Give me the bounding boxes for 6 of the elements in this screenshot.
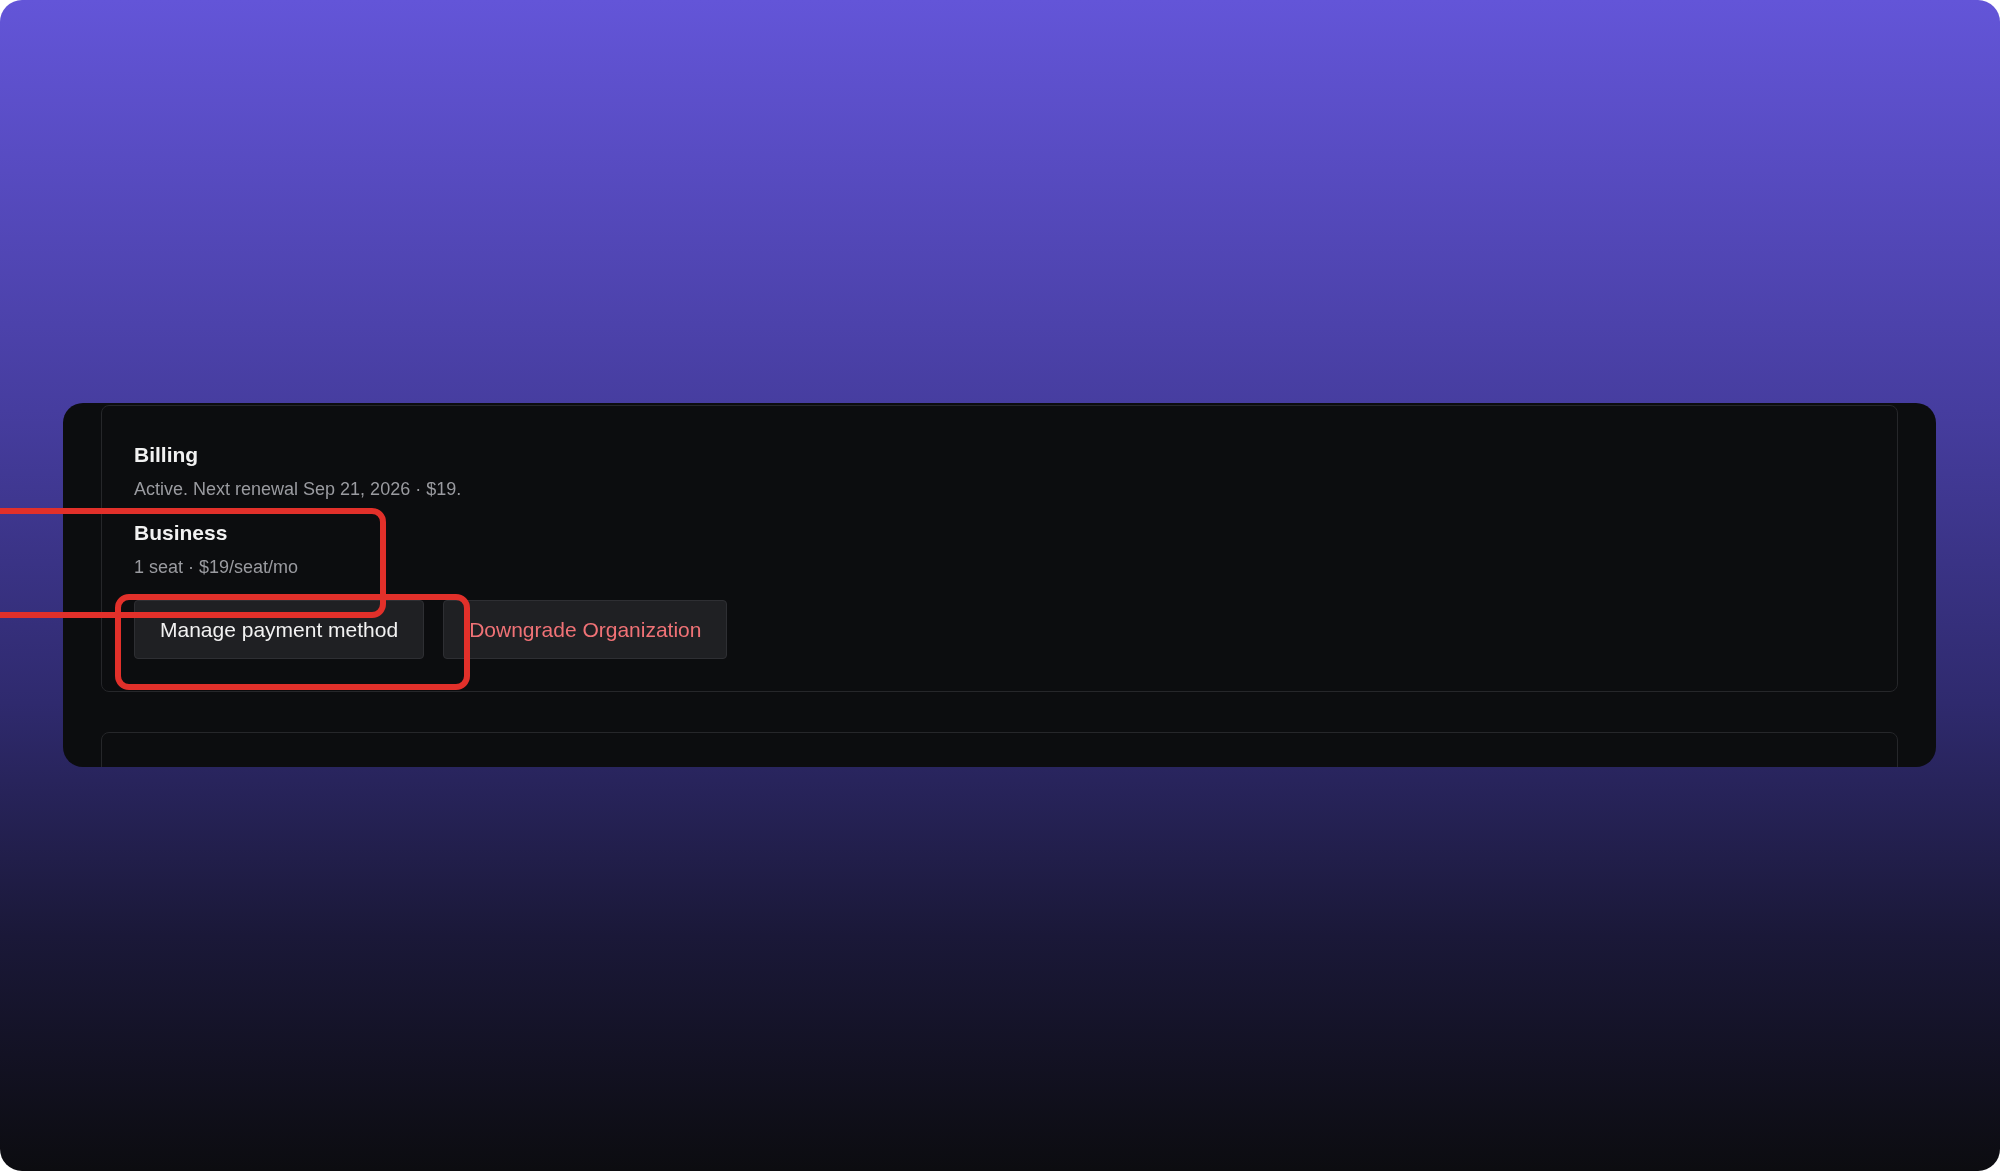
downgrade-button[interactable]: Downgrade Organization bbox=[443, 600, 728, 659]
payment-button[interactable]: Manage payment method bbox=[134, 600, 425, 659]
plan-details: 1 seat · $19/seat/mo bbox=[134, 556, 300, 579]
plan-name: Business bbox=[134, 520, 229, 546]
status-text: Active. Next renewal Sep 21, 2026 · $19. bbox=[134, 478, 463, 501]
section-title: Billing bbox=[134, 442, 200, 468]
